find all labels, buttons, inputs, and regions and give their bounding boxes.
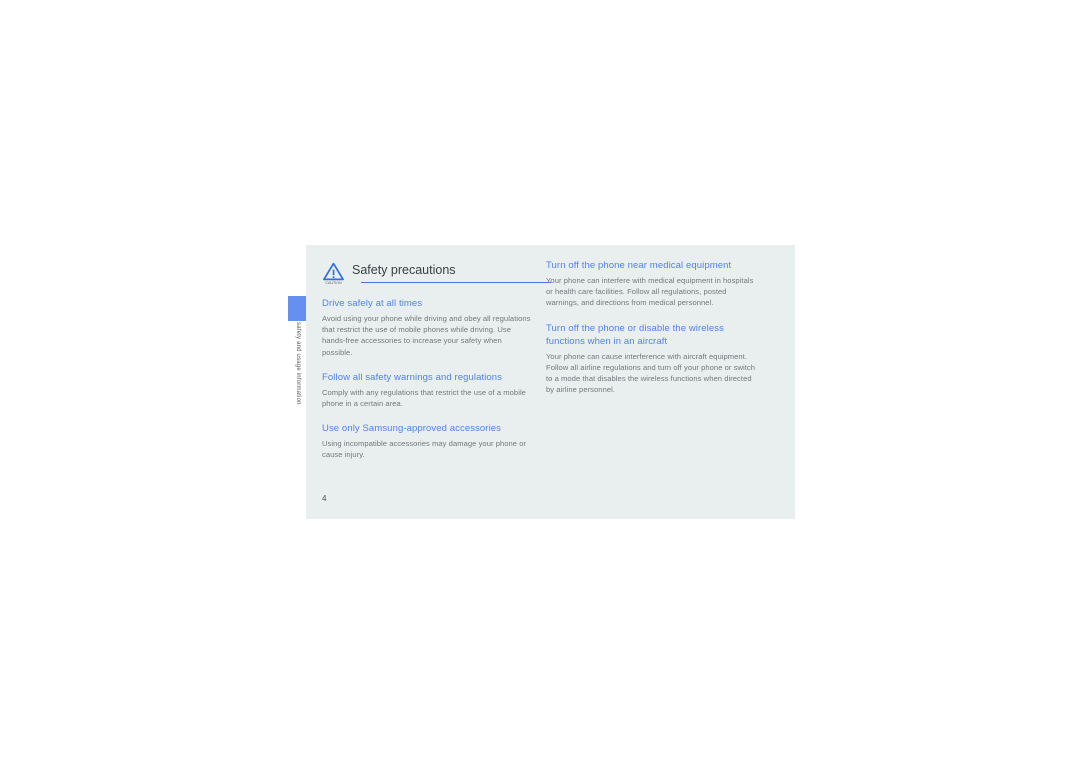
section-heading: Follow all safety warnings and regulatio… <box>322 371 503 383</box>
section-body: Your phone can cause interference with a… <box>546 351 756 395</box>
caution-triangle-icon: CAUTION <box>322 261 346 285</box>
chapter-side-label-text: safety and usage information <box>295 322 301 405</box>
svg-text:CAUTION: CAUTION <box>325 281 342 285</box>
right-column: Turn off the phone near medical equipmen… <box>546 259 758 395</box>
section-body: Using incompatible accessories may damag… <box>322 439 527 460</box>
section-body: Comply with any regulations that restric… <box>322 387 526 409</box>
section-body: Avoid using your phone while driving and… <box>322 314 531 357</box>
section: Turn off the phone or disable the wirele… <box>546 322 758 396</box>
section-body: Your phone can interfere with medical eq… <box>546 276 754 308</box>
manual-page: CAUTION Safety precautions Drive safely … <box>306 245 795 519</box>
section-heading: Use only Samsung-approved accessories <box>322 423 502 435</box>
page-title: Safety precautions <box>352 263 456 277</box>
section-heading: Turn off the phone near medical equipmen… <box>546 260 732 271</box>
page-number: 4 <box>322 494 327 503</box>
left-column: Drive safely at all times Avoid using yo… <box>322 297 534 461</box>
section-heading: Drive safely at all times <box>322 298 423 309</box>
chapter-tab-marker <box>288 296 308 321</box>
title-underline <box>361 282 551 283</box>
section: Turn off the phone near medical equipmen… <box>546 259 758 309</box>
section: Use only Samsung-approved accessories Us… <box>322 422 534 460</box>
section-heading: Turn off the phone or disable the wirele… <box>546 322 724 347</box>
section: Follow all safety warnings and regulatio… <box>322 371 534 409</box>
section: Drive safely at all times Avoid using yo… <box>322 297 534 358</box>
chapter-side-label: safety and usage information <box>288 322 308 432</box>
